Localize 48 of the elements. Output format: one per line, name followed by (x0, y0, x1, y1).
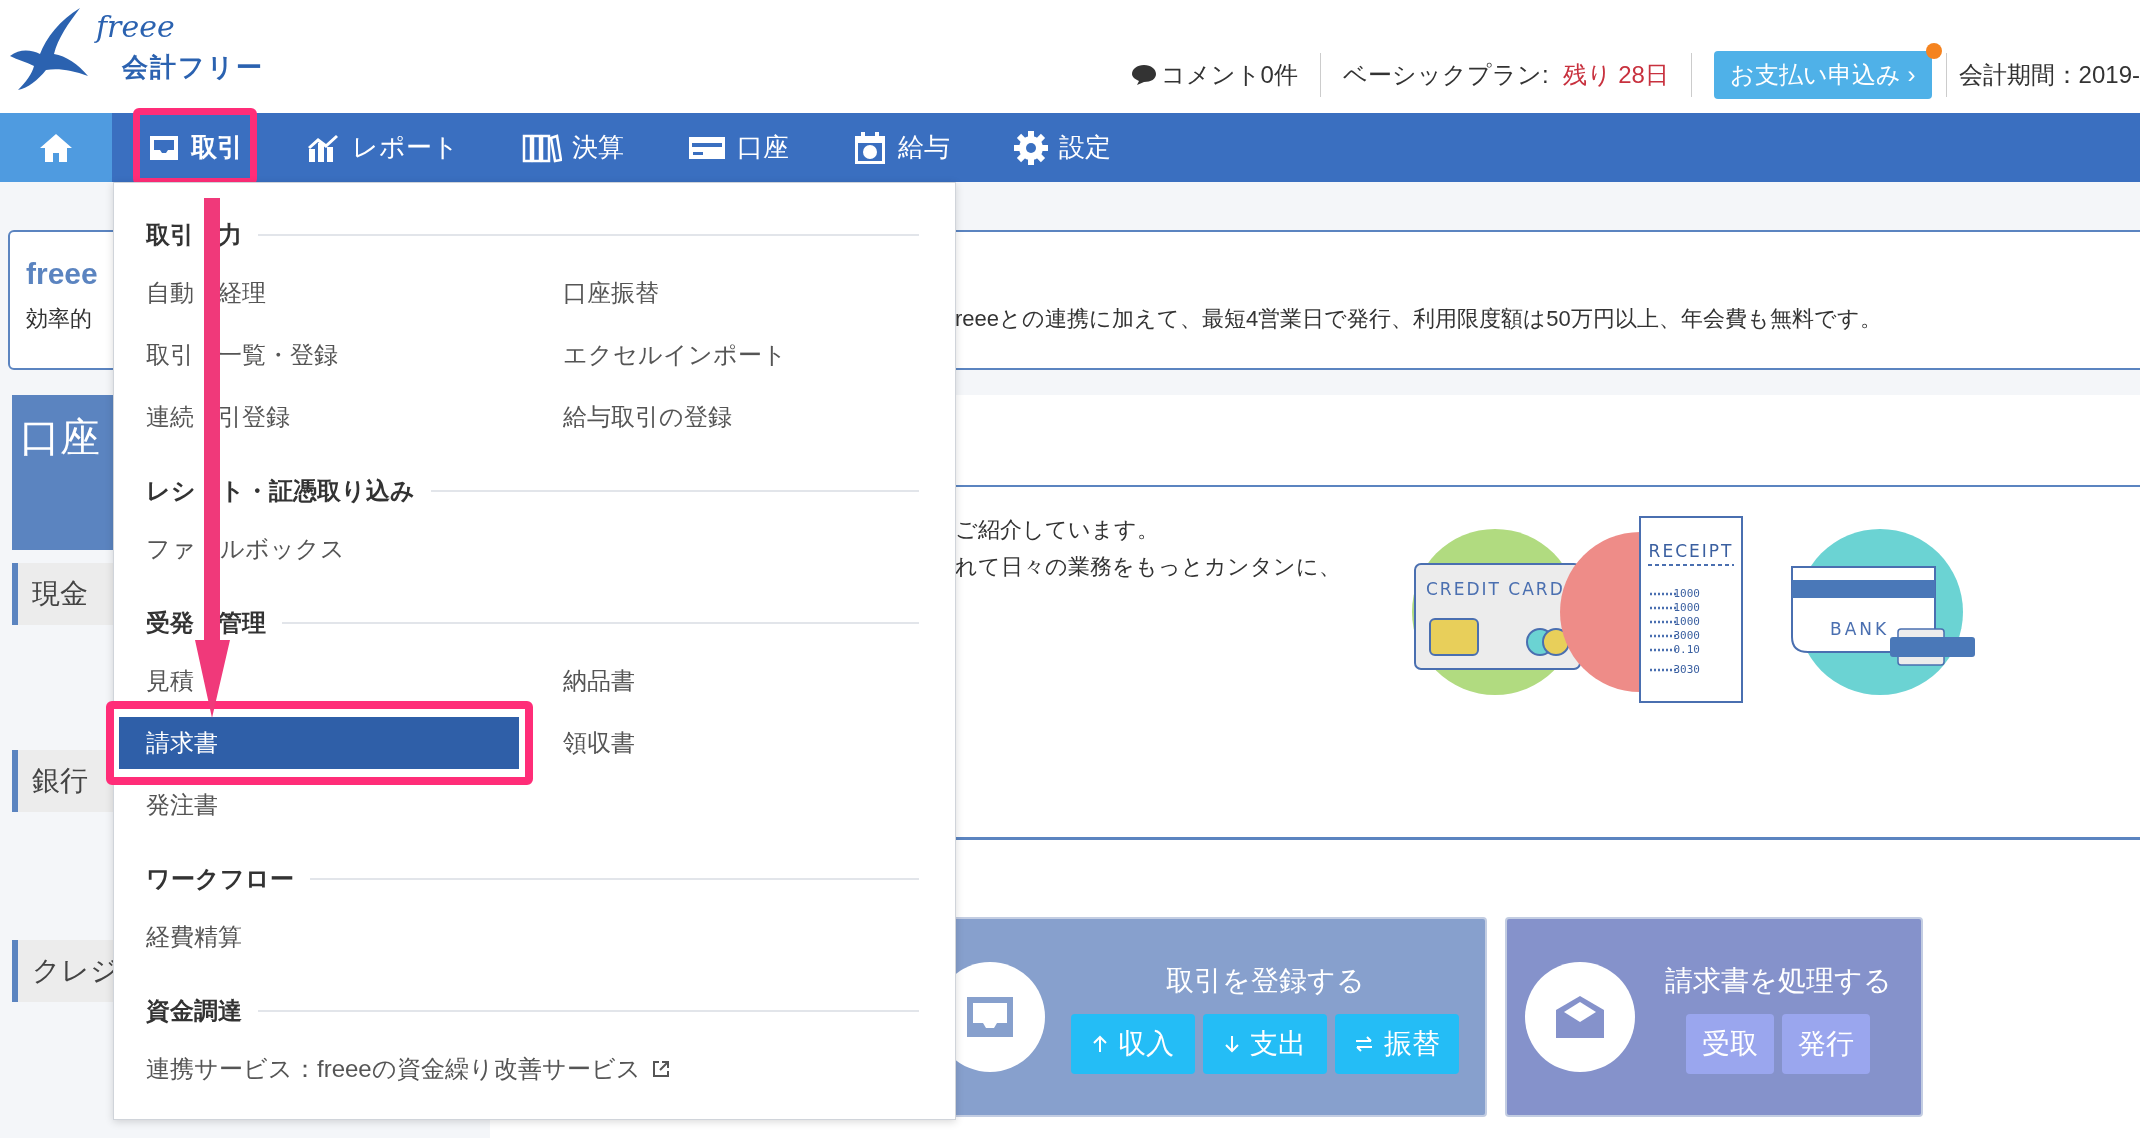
menu-item[interactable]: エクセルインポート (563, 329, 787, 381)
receipt-amount: 3030 (1673, 663, 1700, 676)
menu-section-title: レシ ト・証憑取り込み (146, 476, 415, 506)
brand-mark: freee (96, 8, 175, 46)
menu-item[interactable]: 経費精算 (146, 911, 242, 963)
swap-arrows-icon (1354, 1036, 1374, 1052)
bank-label: BANK (1830, 619, 1890, 639)
books-icon (522, 132, 562, 163)
brand-name: 会計フリー (122, 51, 264, 84)
menu-section-title: 受発 管理 (146, 608, 266, 638)
receipt-amount: 1000 (1673, 587, 1700, 600)
fiscal-period: 会計期間：2019- (1958, 59, 2140, 90)
menu-item[interactable]: 給与取引の登録 (563, 391, 732, 443)
intro-text: ご紹介しています。 (955, 516, 1160, 544)
down-arrow-icon (1224, 1035, 1240, 1053)
menu-item[interactable]: 納品書 (563, 655, 635, 707)
receipt-title: RECEIPT (1648, 541, 1734, 561)
menu-item[interactable]: 請求書 (119, 717, 519, 769)
card-title: 取引を登録する (1165, 964, 1365, 998)
receipt-amount: 0.10 (1673, 643, 1700, 656)
banner-title: freee (26, 256, 98, 292)
up-arrow-icon (1092, 1035, 1108, 1053)
comment-icon (1130, 63, 1157, 86)
receipt-amount: 3000 (1673, 629, 1700, 642)
menu-section-title: ワークフロー (146, 864, 294, 894)
menu-item[interactable]: 領収書 (563, 717, 635, 769)
menu-item[interactable]: 見積 (146, 655, 194, 707)
plan-remaining: 残り 28日 (1562, 59, 1669, 90)
banner-text: 効率的 (26, 305, 93, 333)
card-title: 請求書を処理する (1664, 964, 1892, 998)
receipt-amount: 1000 (1673, 615, 1700, 628)
tray-icon (965, 995, 1015, 1039)
menu-item[interactable]: 連携サービス：freeeの資金繰り改善サービス (146, 1043, 671, 1095)
intro-text: れて日々の業務をもっとカンタンに、 (955, 553, 1342, 581)
plan-label: ベーシックプラン: (1342, 59, 1549, 90)
settings-icon (1013, 129, 1049, 166)
home-button[interactable] (0, 113, 112, 182)
menu-section-title: 取引 力 (146, 220, 242, 250)
card-label: CREDIT CARD (1426, 579, 1565, 599)
menu-item[interactable]: 発注書 (146, 779, 218, 831)
menu-item[interactable]: 取引 一覧・登録 (146, 329, 338, 381)
receipt-amount: 1000 (1673, 601, 1700, 614)
menu-item[interactable]: 口座振替 (563, 267, 659, 319)
menu-section-title: 資金調達 (146, 996, 242, 1026)
calendar-icon (852, 129, 888, 166)
home-icon (38, 131, 74, 164)
comment-count[interactable]: コメント0件 (1160, 56, 1298, 93)
banner-text: reeeとの連携に加えて、最短4営業日で発行、利用限度額は50万円以上、年会費も無料です。 (955, 305, 1883, 333)
